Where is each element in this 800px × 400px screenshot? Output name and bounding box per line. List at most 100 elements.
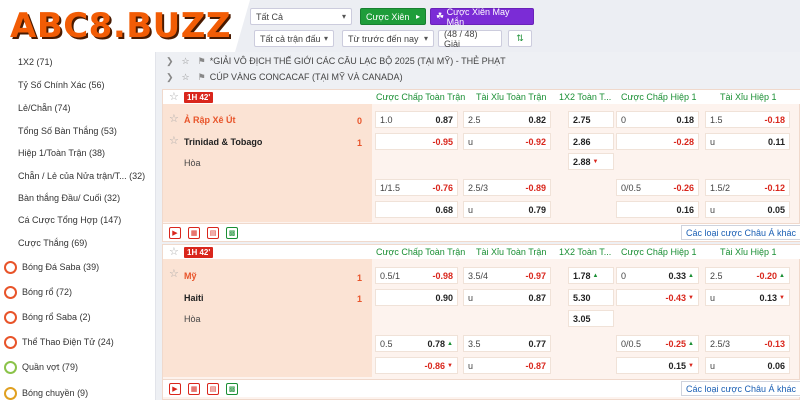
odds-value: 0.05 — [767, 204, 785, 215]
stats-icon[interactable]: ▩ — [226, 383, 238, 395]
star-icon[interactable]: ☆ — [182, 72, 190, 83]
sidebar-subitem[interactable]: Cược Thắng (69) — [18, 238, 87, 248]
ou-under: u — [468, 204, 474, 215]
odds-cell[interactable]: -0.28 — [616, 133, 699, 150]
odds-cell[interactable]: u -0.92 — [463, 133, 551, 150]
odds-cell[interactable]: 0.5 0.78 ▲ — [375, 335, 458, 352]
league-row[interactable]: ❯ ☆ ⚑ *GIẢI VÔ ĐỊCH THẾ GIỚI CÁC CÂU LẠC B… — [162, 54, 800, 68]
grid-icon[interactable]: ▦ — [188, 227, 200, 239]
odds-cell[interactable]: 1.5/2 -0.12 — [705, 179, 790, 196]
sport-item-volleyball[interactable]: Bóng chuyền (9) — [0, 381, 156, 400]
handicap-line: 0 — [621, 270, 627, 281]
away-team: Trinidad & Tobago — [184, 137, 263, 147]
odds-cell[interactable]: 0.16 — [616, 201, 699, 218]
sidebar-subitem[interactable]: Chẵn / Lẻ của Nửa trận/T... (32) — [18, 171, 145, 181]
sidebar-subitem[interactable]: Tỷ Số Chính Xác (56) — [18, 80, 105, 90]
odds-cell[interactable]: u 0.87 — [463, 289, 551, 306]
odds-cell[interactable]: -0.43 ▼ — [616, 289, 699, 306]
tv-icon[interactable]: ▤ — [207, 383, 219, 395]
grid-icon[interactable]: ▦ — [188, 383, 200, 395]
odds-value: 0.82 — [528, 114, 546, 125]
sport-label: Bóng chuyền — [22, 388, 75, 398]
sort-toggle-icon[interactable]: ⇅ — [508, 30, 532, 47]
sport-item-esports[interactable]: Thể Thao Điện Tử (24) — [0, 330, 156, 354]
odds-cell[interactable]: 5.30 — [568, 289, 614, 306]
odds-cell[interactable]: 3.5 0.77 — [463, 335, 551, 352]
odds-cell[interactable]: 1.0 0.87 — [375, 111, 458, 128]
star-icon[interactable]: ☆ — [169, 245, 179, 258]
odds-cell[interactable]: 0/0.5 -0.26 — [616, 179, 699, 196]
sport-item-saba-football[interactable]: Bóng Đá Saba (39) — [0, 255, 156, 279]
star-icon[interactable]: ☆ — [169, 112, 179, 125]
more-bets-link[interactable]: Các loại cược Châu Á khác — [681, 381, 800, 396]
odds-cell[interactable]: 3.05 — [568, 310, 614, 327]
odds-cell[interactable]: 2.88 ▼ — [568, 153, 614, 170]
odds-cell[interactable]: 2.5/3 -0.13 — [705, 335, 790, 352]
play-icon[interactable]: ▶ — [169, 383, 181, 395]
sidebar-subitem[interactable]: Tổng Số Bàn Thắng (53) — [18, 126, 117, 136]
odds-cell[interactable]: 1.78 ▲ — [568, 267, 614, 284]
tv-icon[interactable]: ▤ — [207, 227, 219, 239]
sort-select[interactable]: Từ trước đến nay ▾ — [342, 30, 434, 47]
lucky-parlay-button[interactable]: ☘ Cược Xiên May Mắn — [430, 7, 534, 27]
star-icon[interactable]: ☆ — [169, 134, 179, 147]
sidebar-subitem[interactable]: Cá Cược Tổng Hợp (147) — [18, 215, 121, 225]
parlay-button[interactable]: Cược Xiên ▸ — [360, 8, 426, 25]
play-icon[interactable]: ▶ — [169, 227, 181, 239]
odds-cell[interactable]: u 0.13 ▼ — [705, 289, 790, 306]
sport-item-tennis[interactable]: Quần vợt (79) — [0, 355, 156, 379]
column-header: Tài Xỉu Toàn Trận — [476, 247, 547, 257]
odds-cell[interactable]: 0.68 — [375, 201, 458, 218]
sidebar-subitem[interactable]: Hiệp 1/Toàn Trận (38) — [18, 148, 105, 158]
match-filter-select[interactable]: Tất cả trận đấu ▾ — [254, 30, 334, 47]
odds-value: 0.13 — [759, 292, 778, 303]
odds-value: -0.18 — [764, 114, 785, 125]
league-name: CÚP VÀNG CONCACAF (TẠI MỸ VÀ CANADA) — [209, 72, 403, 82]
odds-cell[interactable]: u 0.11 — [705, 133, 790, 150]
sport-item-saba-basketball[interactable]: Bóng rổ Saba (2) — [0, 305, 156, 329]
odds-cell[interactable]: 2.5 0.82 — [463, 111, 551, 128]
odds-cell[interactable]: 2.75 — [568, 111, 614, 128]
sidebar-subitem[interactable]: 1X2 (71) — [18, 57, 53, 67]
odds-cell[interactable]: -0.86 ▼ — [375, 357, 458, 374]
odds-cell[interactable]: u 0.79 — [463, 201, 551, 218]
stats-icon[interactable]: ▩ — [226, 227, 238, 239]
odds-cell[interactable]: 2.86 — [568, 133, 614, 150]
odds-cell[interactable]: 1/1.5 -0.76 — [375, 179, 458, 196]
more-bets-link[interactable]: Các loại cược Châu Á khác — [681, 225, 800, 240]
odds-cell[interactable]: 0.90 — [375, 289, 458, 306]
odds-cell[interactable]: 1.5 -0.18 — [705, 111, 790, 128]
odds-cell[interactable]: -0.95 — [375, 133, 458, 150]
league-row[interactable]: ❯ ☆ ⚑ CÚP VÀNG CONCACAF (TẠI MỸ VÀ CANADA) — [162, 70, 800, 84]
filter-select[interactable]: Tất Cả ▾ — [250, 8, 352, 25]
sport-item-basketball[interactable]: Bóng rổ (72) — [0, 280, 156, 304]
arrow-up-icon: ▲ — [779, 272, 785, 279]
odds-cell[interactable]: 0.5/1 -0.98 — [375, 267, 458, 284]
star-icon[interactable]: ☆ — [169, 267, 179, 280]
star-icon[interactable]: ☆ — [182, 56, 190, 67]
site-logo[interactable]: ABC8.BUZZ — [0, 0, 250, 52]
star-icon[interactable]: ☆ — [169, 90, 179, 103]
odds-value: -0.28 — [673, 136, 694, 147]
arrow-up-icon: ▲ — [688, 340, 694, 347]
odds-cell[interactable]: u 0.06 — [705, 357, 790, 374]
away-score: 1 — [357, 138, 363, 148]
ou-line: 2.5 — [710, 270, 723, 281]
odds-cell[interactable]: u -0.87 — [463, 357, 551, 374]
sidebar-subitem[interactable]: Bàn thắng Đầu/ Cuối (32) — [18, 193, 120, 203]
odds-value: -0.43 — [665, 292, 687, 303]
odds-cell[interactable]: 2.5 -0.20 ▲ — [705, 267, 790, 284]
odds-cell[interactable]: 2.5/3 -0.89 — [463, 179, 551, 196]
odds-value: 0.68 — [435, 204, 453, 215]
odds-cell[interactable]: 0 0.33 ▲ — [616, 267, 699, 284]
odds-cell[interactable]: 0 0.18 — [616, 111, 699, 128]
odds-cell[interactable]: u 0.05 — [705, 201, 790, 218]
odds-cell[interactable]: 3.5/4 -0.97 — [463, 267, 551, 284]
odds-cell[interactable]: 0.15 ▼ — [616, 357, 699, 374]
match-footer: ▶ ▦ ▤ ▩ Các loại cược Châu Á khác — [163, 223, 800, 241]
sidebar-subitem[interactable]: Lẻ/Chẵn (74) — [18, 103, 71, 113]
odds-cell[interactable]: 0/0.5 -0.25 ▲ — [616, 335, 699, 352]
handicap-line: 0/0.5 — [621, 182, 642, 193]
league-count-button[interactable]: (48 / 48) Giải — [438, 29, 502, 49]
odds-value: 0.90 — [435, 292, 453, 303]
